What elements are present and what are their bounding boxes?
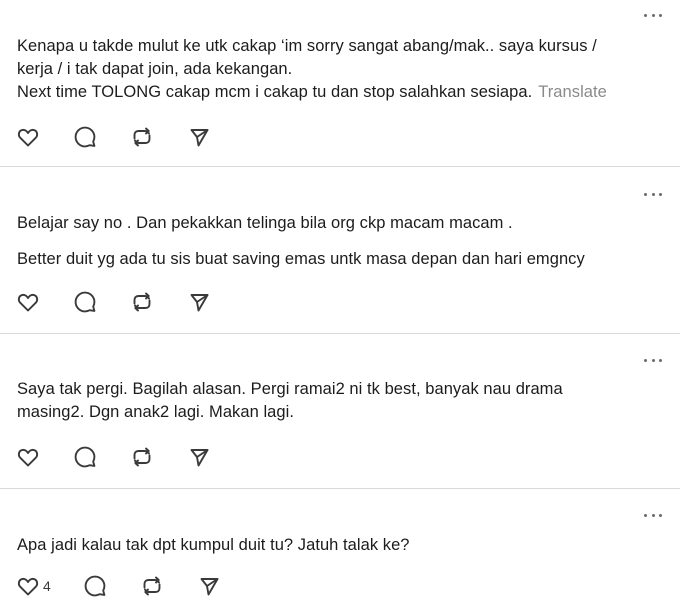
like-count: 4	[43, 578, 51, 594]
more-options-icon	[644, 192, 647, 196]
share-button[interactable]	[187, 444, 227, 470]
repost-icon	[143, 576, 161, 596]
reply-text-line: Better duit yg ada tu sis buat saving em…	[17, 250, 585, 268]
reply-text-line: Next time TOLONG cakap mcm i cakap tu da…	[17, 83, 533, 101]
share-button[interactable]	[197, 573, 237, 599]
share-icon	[190, 129, 209, 147]
reply-text-line: masing2. Dgn anak2 lagi. Makan lagi.	[17, 403, 294, 421]
repost-button[interactable]	[130, 124, 187, 150]
more-options-icon	[644, 513, 647, 517]
reply-text-line: Kenapa u takde mulut ke utk cakap ‘im so…	[17, 37, 597, 55]
action-bar: 4	[16, 573, 237, 599]
more-options-button[interactable]	[644, 355, 662, 365]
like-button[interactable]: 4	[16, 573, 83, 599]
reply-post: Apa jadi kalau tak dpt kumpul duit tu? J…	[0, 489, 680, 614]
repost-button[interactable]	[130, 289, 187, 315]
share-icon	[200, 578, 219, 596]
share-icon	[190, 449, 209, 467]
reply-text: Saya tak pergi. Bagilah alasan. Pergi ra…	[17, 378, 657, 424]
repost-button[interactable]	[130, 444, 187, 470]
reply-text-line: Belajar say no . Dan pekakkan telinga bi…	[17, 214, 513, 232]
reply-bubble-icon	[74, 126, 96, 148]
reply-text-line: Apa jadi kalau tak dpt kumpul duit tu? J…	[17, 536, 410, 554]
repost-button[interactable]	[140, 573, 197, 599]
reply-bubble-icon	[74, 446, 96, 468]
more-options-icon	[644, 358, 647, 362]
translate-link[interactable]: Translate	[538, 83, 607, 101]
heart-icon	[17, 128, 39, 147]
like-button[interactable]	[16, 444, 73, 470]
repost-icon	[133, 127, 151, 147]
more-options-button[interactable]	[644, 510, 662, 520]
reply-button[interactable]	[73, 124, 130, 150]
reply-post: Belajar say no . Dan pekakkan telinga bi…	[0, 167, 680, 333]
reply-text: Kenapa u takde mulut ke utk cakap ‘im so…	[17, 35, 657, 104]
heart-icon	[17, 448, 39, 467]
more-options-button[interactable]	[644, 10, 662, 20]
share-icon	[190, 294, 209, 312]
replies-feed: Kenapa u takde mulut ke utk cakap ‘im so…	[0, 0, 680, 614]
reply-bubble-icon	[74, 291, 96, 313]
reply-text-line: Saya tak pergi. Bagilah alasan. Pergi ra…	[17, 380, 563, 398]
reply-post: Kenapa u takde mulut ke utk cakap ‘im so…	[0, 0, 680, 166]
reply-post: Saya tak pergi. Bagilah alasan. Pergi ra…	[0, 334, 680, 488]
action-bar	[16, 444, 227, 470]
reply-button[interactable]	[73, 289, 130, 315]
reply-button[interactable]	[83, 573, 140, 599]
reply-bubble-icon	[84, 575, 106, 597]
share-button[interactable]	[187, 124, 227, 150]
action-bar	[16, 124, 227, 150]
repost-icon	[133, 292, 151, 312]
like-button[interactable]	[16, 124, 73, 150]
heart-icon	[17, 293, 39, 312]
reply-text: Belajar say no . Dan pekakkan telinga bi…	[17, 212, 657, 271]
more-options-button[interactable]	[644, 189, 662, 199]
more-options-icon	[644, 13, 647, 17]
reply-text-line: kerja / i tak dapat join, ada kekangan.	[17, 60, 293, 78]
reply-text: Apa jadi kalau tak dpt kumpul duit tu? J…	[17, 534, 657, 557]
reply-button[interactable]	[73, 444, 130, 470]
action-bar	[16, 289, 227, 315]
heart-icon	[17, 577, 39, 596]
like-button[interactable]	[16, 289, 73, 315]
repost-icon	[133, 447, 151, 467]
share-button[interactable]	[187, 289, 227, 315]
